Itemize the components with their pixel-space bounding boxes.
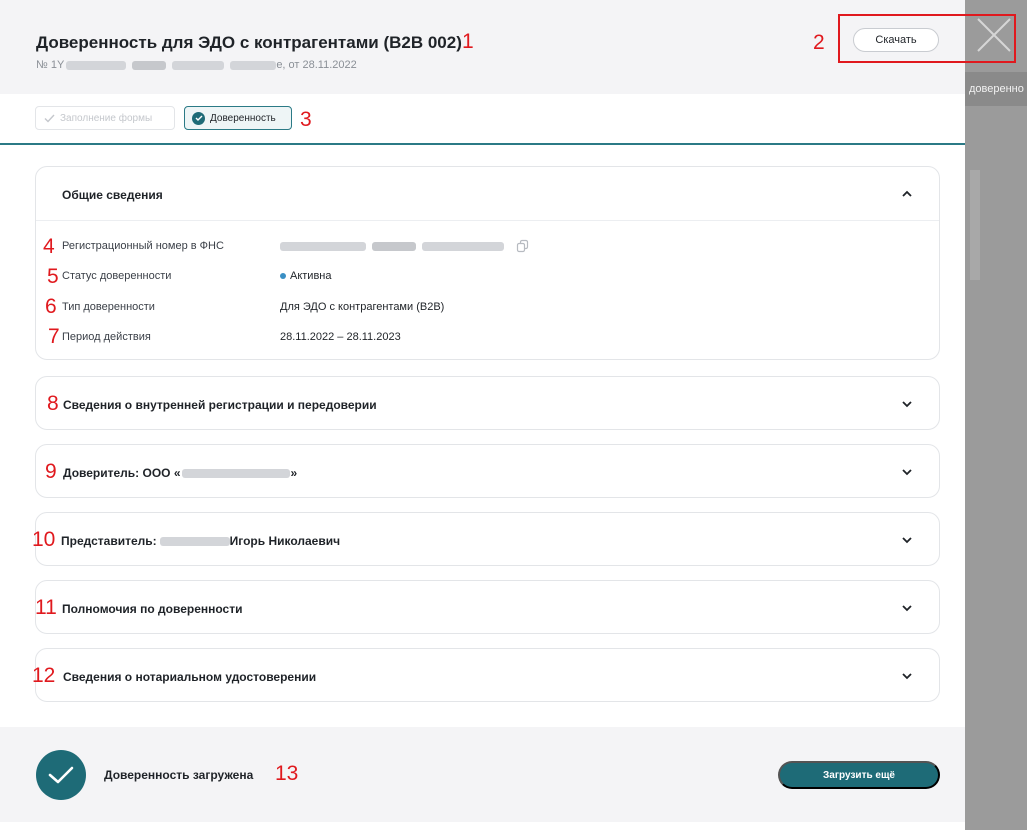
section-title: Сведения о нотариальном удостоверении: [63, 670, 317, 684]
annotation-label: 9: [45, 460, 57, 483]
section-title: Полномочия по доверенности: [62, 602, 243, 616]
registration-number-value: [280, 239, 530, 253]
panel-header[interactable]: Общие сведения: [36, 167, 939, 221]
stepper: Заполнение формы Доверенность 3: [0, 94, 965, 145]
redacted-value: [422, 241, 504, 251]
annotation-highlight-box: [838, 14, 1016, 63]
chevron-down-icon[interactable]: [901, 603, 913, 613]
annotation-label: 6: [45, 295, 57, 318]
subtitle-number-prefix: № 1Y: [36, 59, 65, 71]
type-value: Для ЭДО с контрагентами (B2B): [280, 301, 445, 313]
annotation-label: 11: [35, 596, 57, 619]
principal-section[interactable]: 9 Доверитель: ООО « »: [35, 444, 940, 498]
annotation-label: 12: [32, 664, 56, 687]
representative-title-prefix: Представитель:: [61, 534, 157, 548]
annotation-label: 3: [300, 108, 312, 131]
principal-title-prefix: Доверитель: ООО «: [63, 466, 181, 480]
annotation-label: 10: [32, 528, 56, 551]
upload-more-button[interactable]: Загрузить ещё: [778, 761, 940, 789]
annotation-label: 5: [47, 265, 59, 288]
type-label: Тип доверенности: [62, 301, 155, 313]
modal-title: Доверенность для ЭДО с контрагентами (B2…: [36, 33, 462, 52]
section-title: Доверитель: ООО « »: [63, 466, 297, 480]
status-label: Статус доверенности: [62, 270, 172, 282]
chevron-down-icon[interactable]: [901, 671, 913, 681]
authorities-section[interactable]: 11 Полномочия по доверенности: [35, 580, 940, 634]
step-label: Заполнение формы: [60, 112, 153, 124]
background-block: [970, 170, 980, 280]
period-value: 28.11.2022 – 28.11.2023: [280, 331, 401, 343]
background-app: [965, 0, 1027, 830]
power-of-attorney-modal: Доверенность для ЭДО с контрагентами (B2…: [0, 0, 965, 830]
chevron-down-icon[interactable]: [901, 535, 913, 545]
chevron-down-icon[interactable]: [901, 399, 913, 409]
status-text: Активна: [290, 270, 332, 282]
redacted-company-name: [181, 468, 290, 478]
status-dot-icon: [280, 273, 286, 279]
subtitle-date: e, от 28.11.2022: [276, 59, 357, 71]
internal-registration-section[interactable]: 8 Сведения о внутренней регистрации и пе…: [35, 376, 940, 430]
period-label: Период действия: [62, 331, 151, 343]
redacted-value: [372, 241, 416, 251]
chevron-up-icon[interactable]: [901, 189, 913, 199]
step-form-filling[interactable]: Заполнение формы: [35, 106, 175, 130]
annotation-label: 8: [47, 392, 59, 415]
step-label: Доверенность: [210, 112, 276, 124]
redacted-value: [280, 241, 366, 251]
notarial-section[interactable]: 12 Сведения о нотариальном удостоверении: [32, 648, 940, 702]
check-icon: [44, 114, 55, 123]
section-title: Сведения о внутренней регистрации и пере…: [63, 398, 377, 412]
success-check-icon: [36, 750, 86, 800]
check-circle-icon: [192, 111, 205, 125]
upload-status-text: Доверенность загружена: [104, 768, 254, 782]
panel-title: Общие сведения: [62, 188, 163, 202]
representative-title-suffix: Игорь Николаевич: [229, 534, 341, 548]
redacted-number-part: [172, 60, 225, 70]
modal-bottom-edge: [0, 822, 965, 830]
general-info-panel: Общие сведения 4 Регистрационный номер в…: [35, 166, 940, 360]
section-title: Представитель: Игорь Николаевич: [61, 534, 340, 548]
representative-section[interactable]: 10 Представитель: Игорь Николаевич: [32, 512, 940, 566]
redacted-number-part: [132, 60, 167, 70]
annotation-label: 13: [275, 762, 299, 785]
status-value: Активна: [280, 270, 332, 282]
divider: [36, 220, 939, 221]
background-tab-text: доверенно: [965, 72, 1027, 106]
annotation-label: 1: [462, 30, 474, 53]
redacted-number-part: [230, 60, 277, 70]
annotation-label: 2: [813, 31, 825, 54]
registration-number-label: Регистрационный номер в ФНС: [62, 240, 224, 252]
modal-subtitle: № 1Y e, от 28.11.2022: [36, 59, 357, 71]
redacted-number-part: [66, 60, 127, 70]
annotation-label: 7: [48, 325, 60, 348]
chevron-down-icon[interactable]: [901, 467, 913, 477]
modal-footer: Доверенность загружена 13 Загрузить ещё: [0, 727, 965, 822]
step-power-of-attorney[interactable]: Доверенность: [184, 106, 292, 130]
annotation-label: 4: [43, 235, 55, 258]
principal-title-suffix: »: [290, 466, 298, 480]
copy-icon[interactable]: [516, 239, 530, 253]
redacted-surname: [159, 536, 230, 546]
